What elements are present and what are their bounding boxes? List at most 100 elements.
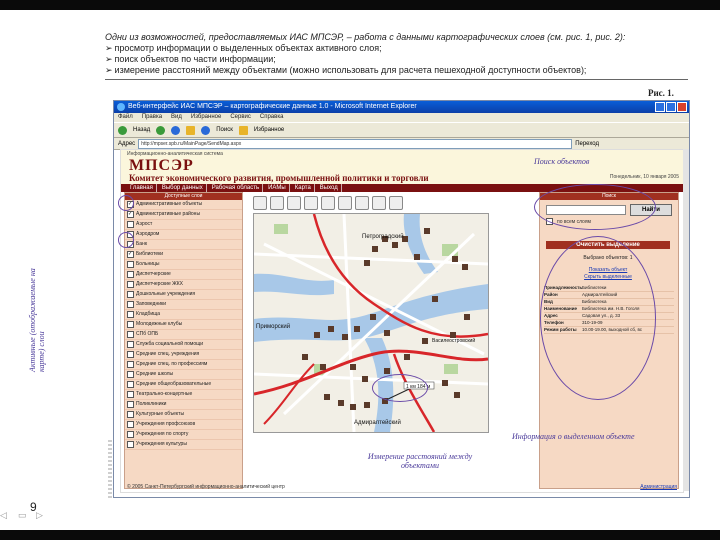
layer-label: Театрально-концертные [136,391,193,397]
go-button[interactable]: Переход [575,141,599,147]
layer-checkbox[interactable] [127,441,134,448]
layer-item[interactable]: Молодежные клубы [125,320,242,330]
layer-checkbox[interactable] [127,251,134,258]
layer-checkbox[interactable] [127,331,134,338]
favorites-label[interactable]: Избранное [254,127,284,133]
layer-checkbox[interactable] [127,431,134,438]
back-icon[interactable] [118,125,127,135]
info-icon[interactable] [321,196,335,210]
forward-icon[interactable] [156,125,166,135]
layer-item[interactable]: Средние спец. по профессиям [125,360,242,370]
menu-help[interactable]: Справка [260,113,284,122]
layer-checkbox[interactable] [127,351,134,358]
layer-label: Библиотеки [136,251,164,257]
next-slide-icon[interactable]: ▷ [36,510,50,520]
layer-item[interactable]: Учреждения по спорту [125,430,242,440]
layer-checkbox[interactable] [127,321,134,328]
menu-edit[interactable]: Правка [142,113,162,122]
close-button[interactable] [677,102,687,112]
layer-checkbox[interactable] [127,271,134,278]
layer-checkbox[interactable] [127,311,134,318]
search-icon[interactable] [201,125,211,135]
layer-item[interactable]: Культурные объекты [125,410,242,420]
layer-item[interactable]: Административные объекты [125,200,242,210]
layer-item[interactable]: Диспетчерские ЖКХ [125,280,242,290]
layer-item[interactable]: Театрально-концертные [125,390,242,400]
layer-item[interactable]: Административные районы [125,210,242,220]
maximize-button[interactable] [666,102,676,112]
window-title-bar: Веб-интерфейс ИАС МПСЭР – картографическ… [114,101,689,113]
menu-view[interactable]: Вид [171,113,182,122]
nav-exit[interactable]: Выход [317,184,342,192]
back-label[interactable]: Назад [133,127,150,133]
layer-checkbox[interactable] [127,391,134,398]
annotation-info: Информация о выделенном объекте [512,432,635,441]
zoom-out-icon[interactable] [287,196,301,210]
layer-item[interactable]: Служба социальной помощи [125,340,242,350]
layer-checkbox[interactable] [127,421,134,428]
favorites-icon[interactable] [238,125,248,135]
refresh-icon[interactable] [171,125,181,135]
layer-item[interactable]: Банк [125,240,242,250]
select-icon[interactable] [338,196,352,210]
nav-iam[interactable]: ИАМы [265,184,290,192]
layer-item[interactable]: Учреждения культуры [125,440,242,450]
map-canvas[interactable]: 1 км 184 м Петроградский Адмиралтейский … [254,214,488,432]
nav-data[interactable]: Выбор данных [159,184,207,192]
annotation-ring [372,374,428,402]
layer-checkbox[interactable] [127,211,134,218]
slide-menu-icon[interactable]: ▭ [18,510,32,520]
nav-workspace[interactable]: Рабочая область [209,184,264,192]
layer-item[interactable]: Средние школы [125,370,242,380]
minimize-button[interactable] [655,102,665,112]
layer-checkbox[interactable] [127,411,134,418]
nav-map[interactable]: Карта [292,184,315,192]
layer-list: Административные объекты Административные… [125,200,242,450]
address-input[interactable]: http://mpser.spb.ru/MainPage/SendMap.asp… [138,138,573,149]
layer-item[interactable]: Библиотеки [125,250,242,260]
layer-item[interactable]: Аэрост [125,220,242,230]
vertical-scrollbar[interactable] [683,149,689,491]
layer-item[interactable]: Дошкольные учреждения [125,290,242,300]
print-icon[interactable] [389,196,403,210]
layer-checkbox[interactable] [127,371,134,378]
menu-favorites[interactable]: Избранное [191,113,221,122]
layer-item[interactable]: Больницы [125,260,242,270]
search-label[interactable]: Поиск [216,127,233,133]
prev-slide-icon[interactable]: ◁ [0,510,14,520]
layer-checkbox[interactable] [127,291,134,298]
nav-home[interactable]: Главная [127,184,157,192]
layer-item[interactable]: Аэродром [125,230,242,240]
layer-item[interactable]: Средние общеобразовательные [125,380,242,390]
measure-icon[interactable] [355,196,369,210]
footer-admin-link[interactable]: Администрация [640,484,677,490]
layer-checkbox[interactable] [127,301,134,308]
menu-file[interactable]: Файл [118,113,133,122]
pan-icon[interactable] [253,196,267,210]
annotation-ring [118,232,134,248]
layer-checkbox[interactable] [127,401,134,408]
bullet-item: измерение расстояний между объектами (мо… [105,65,705,76]
layer-item[interactable]: Учреждения профсоюзов [125,420,242,430]
layer-item[interactable]: Средние спец. учреждения [125,350,242,360]
layer-item[interactable]: Заповедники [125,300,242,310]
menu-tools[interactable]: Сервис [230,113,251,122]
map-place-label: Адмиралтейский [354,419,401,426]
layer-checkbox[interactable] [127,281,134,288]
layer-item[interactable]: Диспетчерские [125,270,242,280]
home-icon[interactable] [186,125,196,135]
layer-checkbox[interactable] [127,361,134,368]
full-extent-icon[interactable] [304,196,318,210]
layer-item[interactable]: Кладбища [125,310,242,320]
layer-checkbox[interactable] [127,221,134,228]
layer-checkbox[interactable] [127,381,134,388]
zoom-in-icon[interactable] [270,196,284,210]
layer-checkbox[interactable] [127,261,134,268]
layer-item[interactable]: Поликлиники [125,400,242,410]
map-view[interactable]: 1 км 184 м Петроградский Адмиралтейский … [253,213,489,433]
layer-item[interactable]: СПб ОПБ [125,330,242,340]
map-place-label: Петроградский [362,233,404,240]
annotation-measure: Измерение расстояний между объектами [367,452,473,470]
layer-checkbox[interactable] [127,341,134,348]
clear-icon[interactable] [372,196,386,210]
